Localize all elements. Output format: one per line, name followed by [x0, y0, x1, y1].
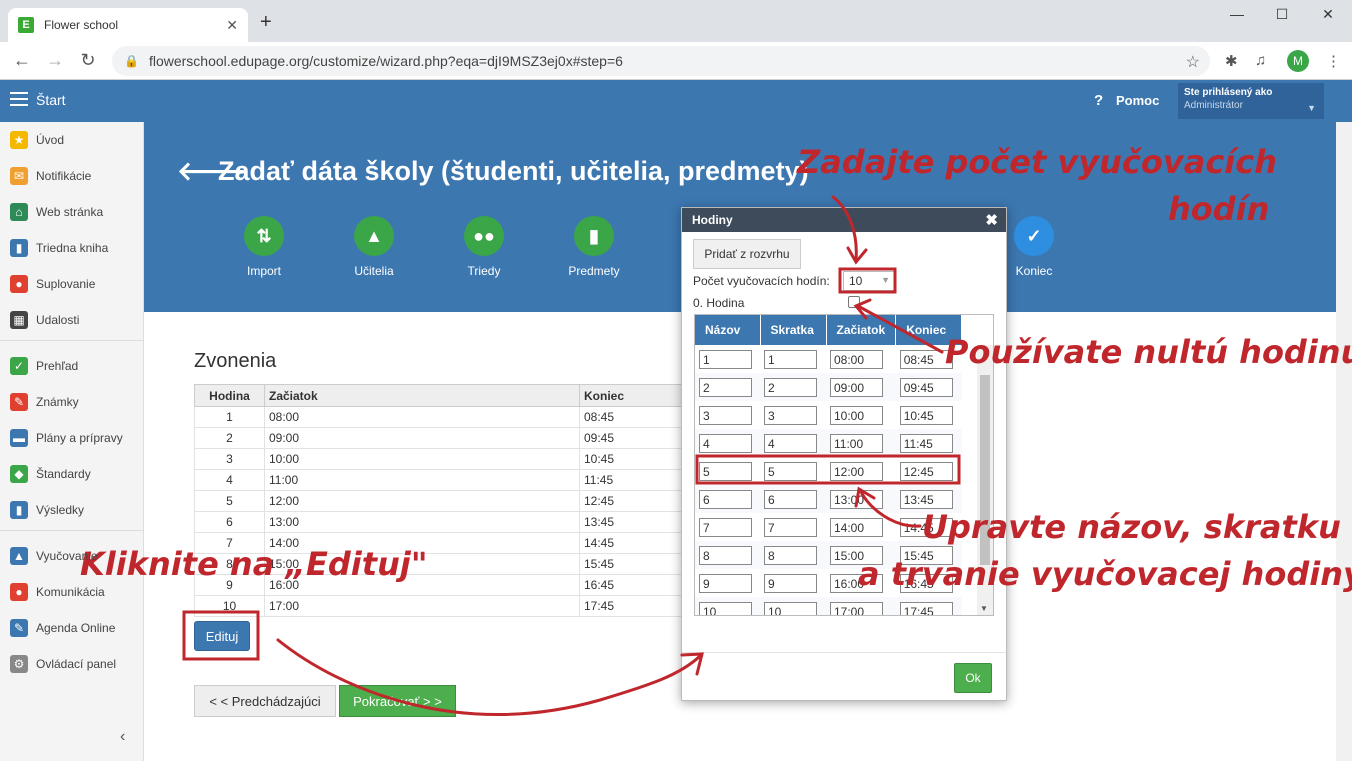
- wizard-step-label: Triedy: [467, 264, 501, 278]
- count-arrow: [831, 195, 858, 262]
- home-icon: ⌂: [10, 203, 28, 221]
- sidebar-item-label: Agenda Online: [36, 621, 116, 635]
- sidebar-item-label: Triedna kniha: [36, 241, 109, 255]
- chat-icon: ●: [10, 583, 28, 601]
- group-icon: ●●: [464, 216, 504, 256]
- sidebar-item-12[interactable]: ● Komunikácia: [0, 574, 144, 610]
- check-icon: ✓: [1014, 216, 1054, 256]
- sidebar-item-11[interactable]: ▲ Vyučovanie: [0, 538, 144, 574]
- sidebar-item-13[interactable]: ✎ Agenda Online: [0, 610, 144, 646]
- sidebar-item-4[interactable]: ● Suplovanie: [0, 266, 144, 302]
- sidebar-item-label: Komunikácia: [36, 585, 105, 599]
- sidebar-item-0[interactable]: ★ Úvod: [0, 122, 144, 158]
- wizard-step-label: Predmety: [568, 264, 620, 278]
- sidebar-item-label: Suplovanie: [36, 277, 96, 291]
- sidebar-item-8[interactable]: ▬ Plány a prípravy: [0, 420, 144, 456]
- wizard-step-label: Import: [246, 264, 281, 278]
- wizard-step-1[interactable]: ▲ Učitelia: [319, 216, 429, 278]
- edit-highlight-box: [182, 610, 260, 661]
- sidebar-item-label: Známky: [36, 395, 79, 409]
- sidebar-item-label: Web stránka: [36, 205, 104, 219]
- pen-icon: ✎: [10, 619, 28, 637]
- bar-chart-icon: ▮: [10, 501, 28, 519]
- person-icon: ●: [10, 275, 28, 293]
- annotation-overlay: [182, 195, 961, 717]
- annotation-count-line2: hodín: [1168, 190, 1270, 228]
- book-icon: ▮: [574, 216, 614, 256]
- sidebar-item-9[interactable]: ◆ Štandardy: [0, 456, 144, 492]
- zero-arrow: [856, 304, 944, 354]
- envelope-icon: ✉: [10, 167, 28, 185]
- calendar-icon: ▦: [10, 311, 28, 329]
- sidebar-item-label: Úvod: [36, 133, 65, 147]
- sidebar-item-label: Udalosti: [36, 313, 80, 327]
- wizard-step-4[interactable]: ✓ Koniec: [979, 216, 1089, 278]
- briefcase-icon: ▬: [10, 429, 28, 447]
- sidebar-item-1[interactable]: ✉ Notifikácie: [0, 158, 144, 194]
- sidebar-item-label: Štandardy: [36, 467, 91, 481]
- count-highlight-box: [838, 267, 897, 294]
- check-icon: ✓: [10, 357, 28, 375]
- annotation-zero-lesson: Používate nultú hodinu?: [945, 333, 1352, 371]
- gear-icon: ⚙: [10, 655, 28, 673]
- sidebar-item-3[interactable]: ▮ Triedna kniha: [0, 230, 144, 266]
- annotation-count-line1: Zadajte počet vyučovacích: [797, 143, 1277, 181]
- wizard-step-label: Učitelia: [354, 264, 394, 278]
- sidebar-item-2[interactable]: ⌂ Web stránka: [0, 194, 144, 230]
- book-icon: ▮: [10, 239, 28, 257]
- sidebar-item-label: Vyučovanie: [36, 549, 98, 563]
- wizard-step-3[interactable]: ▮ Predmety: [539, 216, 649, 278]
- sidebar-item-7[interactable]: ✎ Známky: [0, 384, 144, 420]
- edit-to-dialog-arrow: [276, 638, 702, 717]
- row-highlight-box: [695, 454, 961, 485]
- sidebar-divider: [0, 530, 144, 531]
- star-icon: ★: [10, 131, 28, 149]
- sidebar-item-label: Prehľad: [36, 359, 79, 373]
- grade-icon: ✎: [10, 393, 28, 411]
- wizard-step-0[interactable]: ⇅ Import: [209, 216, 319, 278]
- sidebar-item-6[interactable]: ✓ Prehľad: [0, 348, 144, 384]
- sidebar-item-10[interactable]: ▮ Výsledky: [0, 492, 144, 528]
- sidebar-item-label: Výsledky: [36, 503, 85, 517]
- shield-icon: ◆: [10, 465, 28, 483]
- import-icon: ⇅: [244, 216, 284, 256]
- sidebar-item-5[interactable]: ▦ Udalosti: [0, 302, 144, 338]
- school-icon: ▲: [10, 547, 28, 565]
- wizard-step-2[interactable]: ●● Triedy: [429, 216, 539, 278]
- wizard-step-label: Koniec: [1015, 264, 1053, 278]
- sidebar-item-label: Notifikácie: [36, 169, 92, 183]
- annotation-edit-line2: a trvanie vyučovacej hodiny: [858, 555, 1352, 593]
- sidebar-item-label: Ovládací panel: [36, 657, 117, 671]
- annotation-edit-line1: Upravte názov, skratku: [922, 508, 1341, 546]
- graduation-cap-icon: ▲: [354, 216, 394, 256]
- sidebar-item-label: Plány a prípravy: [36, 431, 123, 445]
- sidebar-item-14[interactable]: ⚙ Ovládací panel: [0, 646, 144, 682]
- sidebar-divider: [0, 340, 144, 341]
